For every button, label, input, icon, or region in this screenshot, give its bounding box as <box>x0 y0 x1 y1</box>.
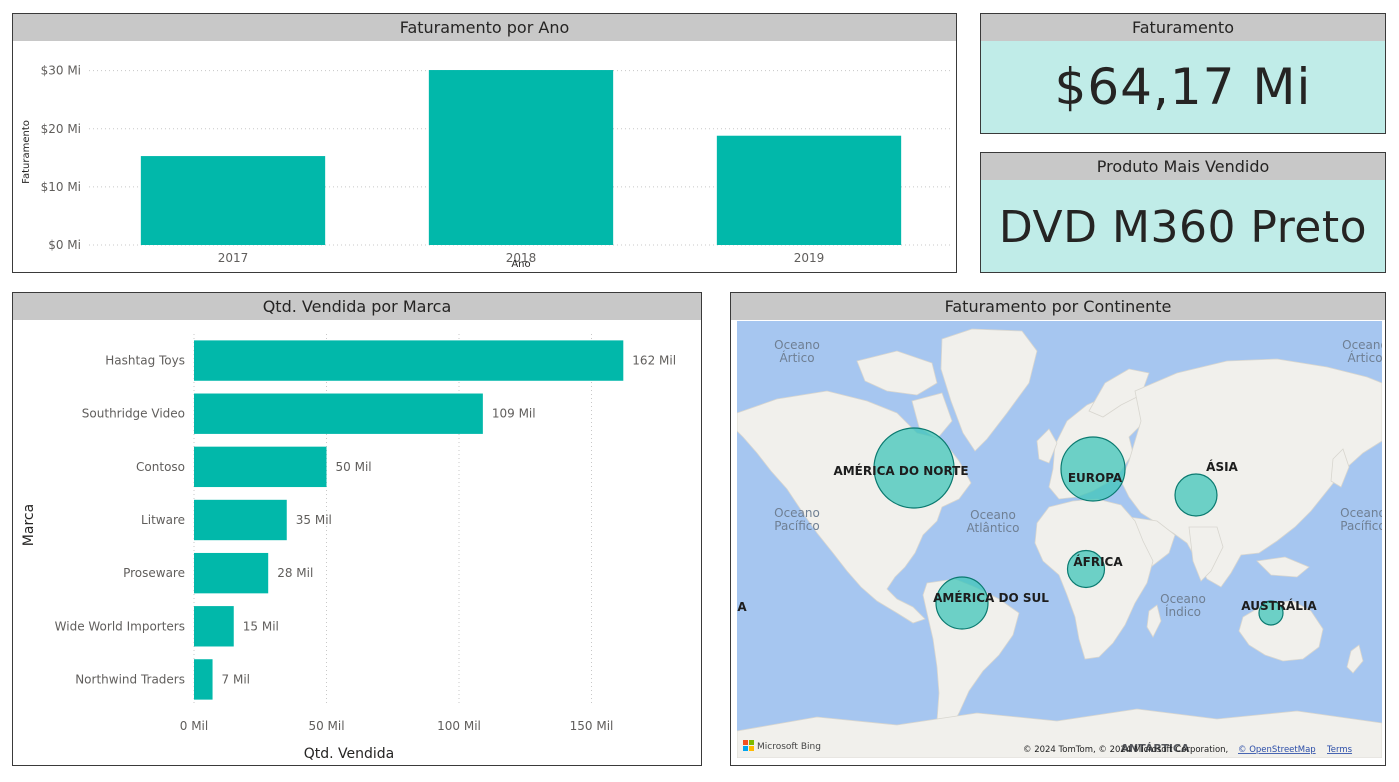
top-product-title: Produto Mais Vendido <box>981 153 1385 180</box>
y-tick-label: Proseware <box>123 566 185 580</box>
y-tick-label: Northwind Traders <box>75 672 185 686</box>
y-axis-title: Faturamento <box>21 120 32 184</box>
attribution-text: © 2024 TomTom, © 2024 Microsoft Corporat… <box>1023 745 1228 755</box>
y-tick-label: Litware <box>141 513 185 527</box>
y-tick-label: $20 Mi <box>41 122 81 136</box>
data-label: 50 Mil <box>336 460 372 474</box>
ocean-label-pacific-left-2: Pacífico <box>774 519 819 533</box>
x-axis-title: Ano <box>511 259 530 270</box>
y-tick-label: Contoso <box>136 460 185 474</box>
qty-by-brand-title: Qtd. Vendida por Marca <box>13 293 701 320</box>
revenue-by-continent-title: Faturamento por Continente <box>731 293 1385 320</box>
data-label: 109 Mil <box>492 407 536 421</box>
data-label: 15 Mil <box>243 619 279 633</box>
continent-label-north-america: AMÉRICA DO NORTE <box>833 463 968 478</box>
ocean-label-pacific-right-1: Oceano <box>1340 506 1382 520</box>
ocean-label-pacific-left-1: Oceano <box>774 506 820 520</box>
bar-2017[interactable] <box>140 156 326 245</box>
world-map-svg: Oceano Ártico Oceano Ártico Oceano Pacíf… <box>737 321 1382 758</box>
y-tick-label: $0 Mi <box>48 238 81 252</box>
data-label: 28 Mil <box>277 566 313 580</box>
bing-logo-red <box>743 740 748 745</box>
bing-logo-green <box>749 740 754 745</box>
revenue-by-continent-panel: Faturamento por Continente Oceano Ártico… <box>730 292 1386 766</box>
revenue-kpi-value: $64,17 Mi <box>1054 58 1312 116</box>
y-tick-label: Hashtag Toys <box>105 354 185 368</box>
ocean-label-indian-2: Índico <box>1165 604 1201 619</box>
ocean-label-indian-1: Oceano <box>1160 592 1206 606</box>
continent-label-europe: EUROPA <box>1068 471 1123 485</box>
continent-label-australia: AUSTRÁLIA <box>1241 598 1317 613</box>
bing-logo-blue <box>743 746 748 751</box>
bubble-asia[interactable] <box>1174 473 1218 517</box>
ocean-label-arctic-left-2: Ártico <box>779 350 814 365</box>
x-tick-label: 2019 <box>794 251 825 265</box>
y-axis-title: Marca <box>21 504 37 546</box>
x-tick-label: 2017 <box>218 251 249 265</box>
ocean-label-atlantic-1: Oceano <box>970 508 1016 522</box>
continent-label-asia: ÁSIA <box>1206 459 1238 474</box>
y-tick-label: Wide World Importers <box>55 619 185 633</box>
osm-link[interactable]: © OpenStreetMap <box>1238 745 1316 755</box>
revenue-by-year-title: Faturamento por Ano <box>13 14 956 41</box>
bubble-europe[interactable] <box>1060 436 1126 502</box>
revenue-by-year-panel: Faturamento por Ano $0 Mi $10 Mi $20 Mi $30… <box>12 13 957 273</box>
continent-label-africa: ÁFRICA <box>1073 554 1123 569</box>
revenue-kpi-card[interactable]: Faturamento $64,17 Mi <box>980 13 1386 134</box>
terms-link[interactable]: Terms <box>1326 745 1353 755</box>
bar-Contoso[interactable] <box>194 446 327 488</box>
data-label: 35 Mil <box>296 513 332 527</box>
map-edge-label: A <box>737 600 747 614</box>
bar-Litware[interactable] <box>194 499 287 541</box>
x-tick-label: 50 Mil <box>308 719 344 733</box>
top-product-card[interactable]: Produto Mais Vendido DVD M360 Preto <box>980 152 1386 273</box>
qty-by-brand-chart[interactable]: 0 Mil 50 Mil 100 Mil 150 Mil Hashtag Toys 162… <box>13 320 701 765</box>
world-map[interactable]: Oceano Ártico Oceano Ártico Oceano Pacíf… <box>737 321 1382 758</box>
bar-Wide World Importers[interactable] <box>194 606 234 647</box>
data-label: 162 Mil <box>632 354 676 368</box>
x-axis-title: Qtd. Vendida <box>304 746 395 762</box>
x-tick-label: 100 Mil <box>437 719 481 733</box>
ocean-label-arctic-left-1: Oceano <box>774 338 820 352</box>
bar-Northwind Traders[interactable] <box>194 659 213 700</box>
bing-logo-yellow <box>749 746 754 751</box>
bar-2019[interactable] <box>716 135 902 245</box>
y-tick-label: Southridge Video <box>82 407 185 421</box>
data-label: 7 Mil <box>222 672 250 686</box>
map-attribution: © 2024 TomTom, © 2024 Microsoft Corporat… <box>1023 745 1353 755</box>
ocean-label-atlantic-2: Atlântico <box>967 521 1020 535</box>
revenue-by-year-chart[interactable]: $0 Mi$10 Mi$20 Mi$30 Mi2017 2018 2019AnoFa… <box>13 41 956 271</box>
y-tick-label: $10 Mi <box>41 180 81 194</box>
bing-label: Microsoft Bing <box>757 742 821 752</box>
continent-label-south-america: AMÉRICA DO SUL <box>933 590 1049 605</box>
ocean-label-arctic-right-2: Ártico <box>1347 350 1382 365</box>
ocean-label-arctic-right-1: Oceano <box>1342 338 1382 352</box>
x-tick-label: 0 Mil <box>180 719 208 733</box>
bar-Hashtag Toys[interactable] <box>194 340 624 381</box>
qty-by-brand-panel: Qtd. Vendida por Marca 0 Mil 50 Mil 100 Mi… <box>12 292 702 766</box>
bar-2018[interactable] <box>428 70 614 245</box>
bar-Proseware[interactable] <box>194 552 269 594</box>
revenue-kpi-title: Faturamento <box>981 14 1385 41</box>
bar-Southridge Video[interactable] <box>194 393 483 434</box>
x-tick-label: 150 Mil <box>570 719 614 733</box>
y-tick-label: $30 Mi <box>41 64 81 78</box>
top-product-value: DVD M360 Preto <box>998 202 1368 253</box>
ocean-label-pacific-right-2: Pacífico <box>1340 519 1382 533</box>
